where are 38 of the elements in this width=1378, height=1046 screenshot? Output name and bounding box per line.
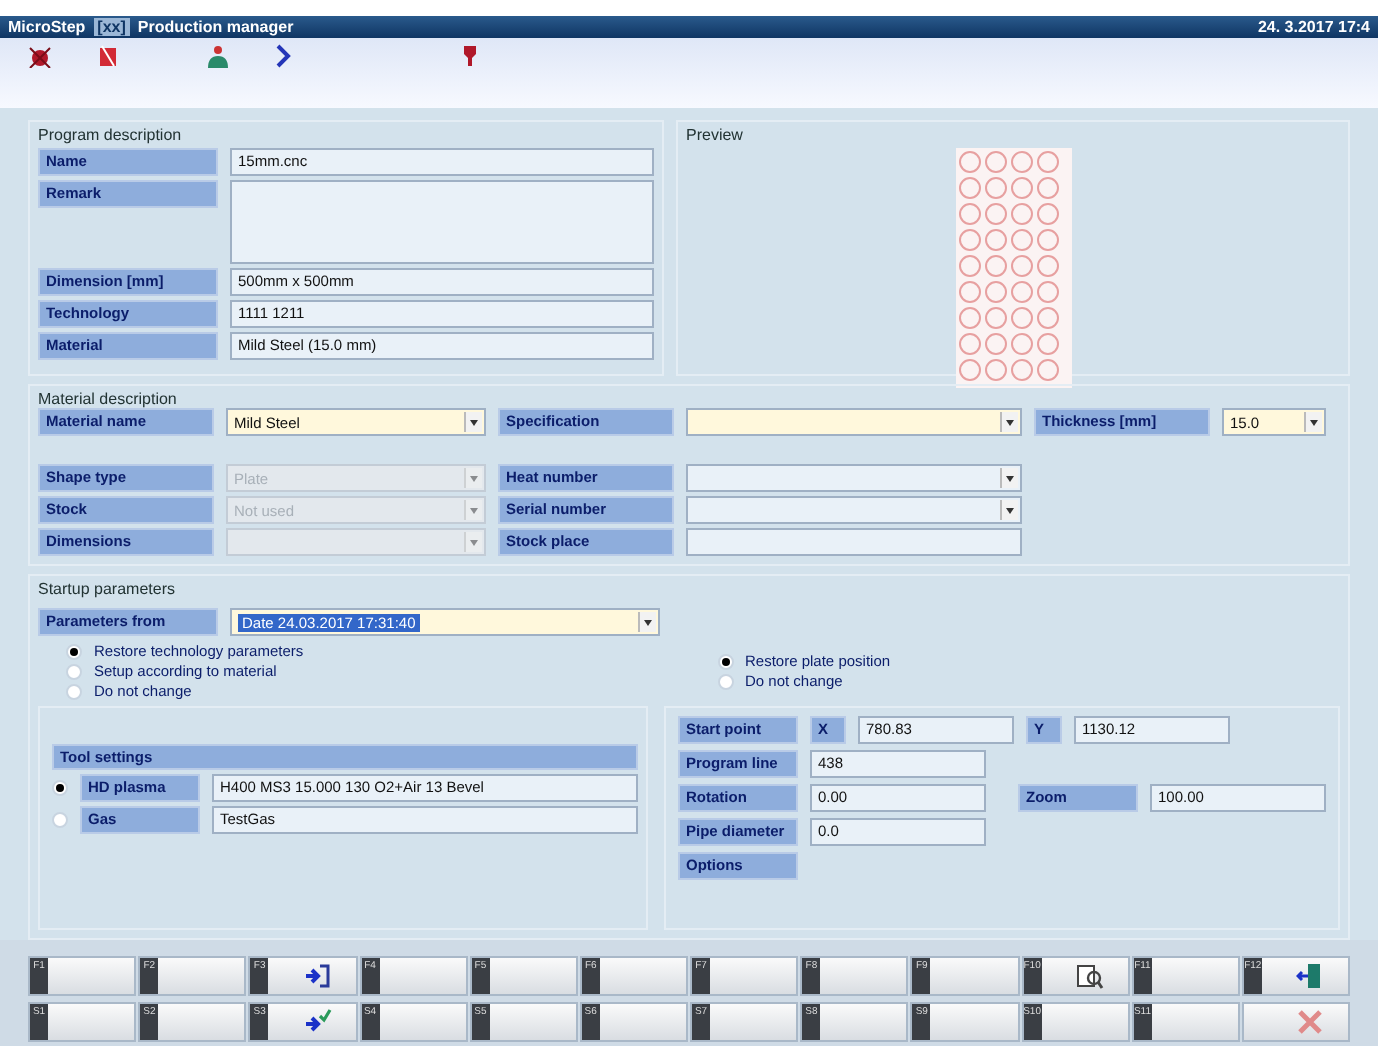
section-title: Startup parameters (38, 580, 177, 598)
window-title: Production manager (137, 18, 294, 36)
caret-icon (464, 500, 482, 520)
mode-tag: [xx] (93, 18, 130, 36)
exit-door-icon (1296, 962, 1325, 990)
caret-icon (464, 412, 482, 432)
caret-icon (638, 612, 656, 632)
caret-icon (1000, 412, 1018, 432)
text-area[interactable] (230, 180, 654, 264)
caret-icon (1000, 500, 1018, 520)
dropdown[interactable] (686, 464, 1022, 492)
dropdown[interactable] (686, 408, 1022, 436)
radio-button[interactable] (52, 812, 68, 828)
app-name: MicroStep (8, 18, 86, 36)
radio-button[interactable] (66, 663, 82, 679)
section-title: Program description (38, 126, 184, 144)
text-field[interactable] (686, 528, 1022, 556)
document-magnifier-icon (1075, 962, 1104, 990)
section-title: Preview (686, 126, 745, 144)
radio-button[interactable] (717, 653, 733, 669)
pin-icon[interactable] (458, 44, 482, 68)
cancel-button[interactable] (1241, 1002, 1351, 1042)
caret-icon (1000, 468, 1018, 488)
caret-icon (464, 468, 482, 488)
section-title: Material description (38, 390, 179, 408)
bug-icon[interactable] (28, 44, 52, 68)
radio-button[interactable] (66, 643, 82, 659)
arrow-check-icon (303, 1008, 332, 1036)
arrow-into-door-icon (303, 962, 332, 990)
caret-icon (464, 532, 482, 552)
date-time: 24. 3.2017 17:4 (1257, 18, 1370, 36)
radio-button[interactable] (52, 780, 68, 796)
radio-button[interactable] (717, 673, 733, 689)
cross-icon (1296, 1008, 1325, 1036)
caret-icon (1304, 412, 1322, 432)
radio-button[interactable] (66, 683, 82, 699)
dropdown[interactable] (686, 496, 1022, 524)
person-icon[interactable] (206, 44, 230, 68)
